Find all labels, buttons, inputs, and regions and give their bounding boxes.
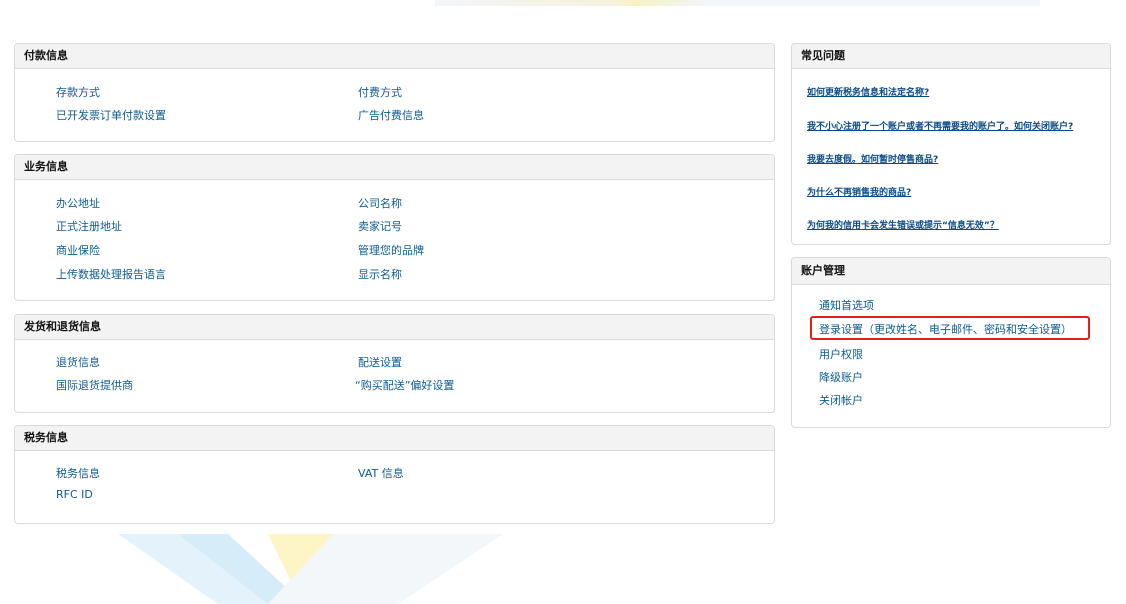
shipping-returns-card: 发货和退货信息 退货信息 配送设置 国际退货提供商 “购买配送”偏好设置 bbox=[14, 314, 775, 413]
decorative-watermark bbox=[118, 534, 538, 604]
display-name-link[interactable]: 显示名称 bbox=[358, 266, 402, 282]
company-name-link[interactable]: 公司名称 bbox=[358, 195, 402, 211]
user-permissions-link[interactable]: 用户权限 bbox=[819, 346, 863, 362]
office-address-link[interactable]: 办公地址 bbox=[56, 195, 100, 211]
tax-info-header: 税务信息 bbox=[15, 426, 774, 451]
tax-info-card: 税务信息 税务信息 VAT 信息 RFC ID bbox=[14, 425, 775, 524]
deposit-method-link[interactable]: 存款方式 bbox=[56, 84, 100, 100]
return-info-link[interactable]: 退货信息 bbox=[56, 354, 100, 370]
seller-token-link[interactable]: 卖家记号 bbox=[358, 218, 402, 234]
upload-report-language-link[interactable]: 上传数据处理报告语言 bbox=[56, 266, 166, 282]
decorative-banner-strip bbox=[435, 0, 1040, 6]
payment-info-header: 付款信息 bbox=[15, 44, 774, 69]
charge-method-link[interactable]: 付费方式 bbox=[358, 84, 402, 100]
buy-shipping-preferences-link[interactable]: “购买配送”偏好设置 bbox=[355, 377, 454, 393]
faq-link-not-selling[interactable]: 为什么不再销售我的商品? bbox=[807, 185, 911, 198]
business-insurance-link[interactable]: 商业保险 bbox=[56, 242, 100, 258]
faq-header: 常见问题 bbox=[792, 44, 1110, 69]
faq-link-close-account[interactable]: 我不小心注册了一个账户或者不再需要我的账户了。如何关闭账户? bbox=[807, 119, 1073, 132]
registered-address-link[interactable]: 正式注册地址 bbox=[56, 218, 122, 234]
rfc-id-link[interactable]: RFC ID bbox=[56, 488, 93, 501]
intl-return-provider-link[interactable]: 国际退货提供商 bbox=[56, 377, 133, 393]
faq-link-update-tax[interactable]: 如何更新税务信息和法定名称? bbox=[807, 85, 929, 98]
business-info-header: 业务信息 bbox=[15, 155, 774, 180]
notification-preferences-link[interactable]: 通知首选项 bbox=[819, 297, 874, 313]
login-settings-link[interactable]: 登录设置（更改姓名、电子邮件、密码和安全设置） bbox=[819, 321, 1072, 337]
tax-info-link[interactable]: 税务信息 bbox=[56, 465, 100, 481]
invoiced-order-payment-settings-link[interactable]: 已开发票订单付款设置 bbox=[56, 107, 166, 123]
payment-info-card: 付款信息 存款方式 付费方式 已开发票订单付款设置 广告付费信息 bbox=[14, 43, 775, 142]
faq-card: 常见问题 如何更新税务信息和法定名称? 我不小心注册了一个账户或者不再需要我的账… bbox=[791, 43, 1111, 245]
manage-brand-link[interactable]: 管理您的品牌 bbox=[358, 242, 424, 258]
shipping-returns-header: 发货和退货信息 bbox=[15, 315, 774, 340]
downgrade-account-link[interactable]: 降级账户 bbox=[819, 369, 863, 385]
ad-payment-info-link[interactable]: 广告付费信息 bbox=[358, 107, 424, 123]
business-info-card: 业务信息 办公地址 公司名称 正式注册地址 卖家记号 商业保险 管理您的品牌 上… bbox=[14, 154, 775, 301]
account-management-card: 账户管理 通知首选项 登录设置（更改姓名、电子邮件、密码和安全设置） 用户权限 … bbox=[791, 257, 1111, 428]
account-management-header: 账户管理 bbox=[792, 258, 1110, 285]
close-account-link[interactable]: 关闭帐户 bbox=[819, 392, 863, 408]
faq-link-credit-card-error[interactable]: 为何我的信用卡会发生错误或提示“信息无效”？ bbox=[807, 218, 999, 231]
shipping-settings-link[interactable]: 配送设置 bbox=[358, 354, 402, 370]
faq-link-vacation[interactable]: 我要去度假。如何暂时停售商品? bbox=[807, 152, 938, 165]
vat-info-link[interactable]: VAT 信息 bbox=[358, 465, 404, 481]
